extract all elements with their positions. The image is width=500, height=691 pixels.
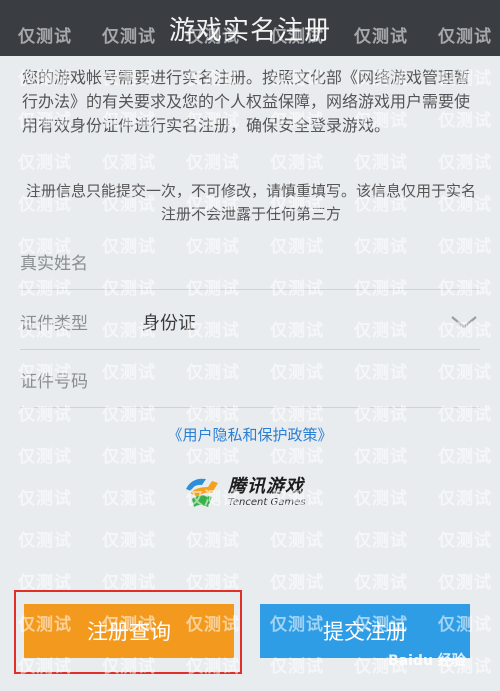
logo-en-text: Tencent Games [228,497,306,508]
name-input[interactable] [142,241,480,282]
idtype-field[interactable]: 证件类型 身份证 [20,294,480,350]
watermark-text: 仅测试 [270,447,324,467]
watermark-text: 仅测试 [18,489,72,509]
watermark-text: 仅测试 [270,153,324,173]
watermark-text: 仅测试 [354,573,408,593]
watermark-text: 仅测试 [354,153,408,173]
idtype-label: 证件类型 [20,314,88,334]
watermark-text: 仅测试 [102,489,156,509]
registration-query-button[interactable]: 注册查询 [24,604,234,658]
watermark-text: 仅测试 [186,447,240,467]
title-bar: 游戏实名注册 [0,0,500,56]
watermark-text: 仅测试 [186,531,240,551]
chevron-down-icon[interactable] [450,312,478,332]
page-title: 游戏实名注册 [168,15,331,46]
watermark-text: 仅测试 [270,573,324,593]
watermark-text: 仅测试 [438,531,492,551]
watermark-text: 仅测试 [354,531,408,551]
name-label: 真实姓名 [20,254,88,274]
watermark-text: 仅测试 [354,489,408,509]
watermark-text: 仅测试 [186,153,240,173]
idnumber-label: 证件号码 [20,372,88,392]
name-field: 真实姓名 [20,234,480,290]
privacy-policy-link[interactable]: 《用户隐私和保护政策》 [0,424,500,445]
privacy-notice: 注册信息只能提交一次，不可修改，请慎重填写。该信息仅用于实名注册不会泄露于任何第… [25,182,476,223]
watermark-text: 仅测试 [270,531,324,551]
realname-notice: 您的游戏帐号需要进行实名注册。按照文化部《网络游戏管理暂行办法》的有关要求及您的… [22,68,471,135]
watermark-text: 仅测试 [438,489,492,509]
idnumber-field: 证件号码 [20,352,480,408]
tencent-games-logo: 腾讯游戏 Tencent Games [182,470,324,516]
watermark-text: 仅测试 [18,153,72,173]
tencent-games-icon [186,478,218,507]
idnumber-input[interactable] [142,359,480,400]
baidu-jingyan-watermark: Baidu 经验 [388,653,466,669]
watermark-text: 仅测试 [18,531,72,551]
watermark-text: 仅测试 [102,153,156,173]
watermark-text: 仅测试 [438,153,492,173]
watermark-text: 仅测试 [102,447,156,467]
watermark-text: 仅测试 [18,447,72,467]
watermark-text: 仅测试 [438,447,492,467]
watermark-text: 仅测试 [438,573,492,593]
idtype-select[interactable]: 身份证 [142,309,450,335]
watermark-text: 仅测试 [354,447,408,467]
watermark-text: 仅测试 [102,531,156,551]
logo-cn-text: 腾讯游戏 [228,476,304,497]
